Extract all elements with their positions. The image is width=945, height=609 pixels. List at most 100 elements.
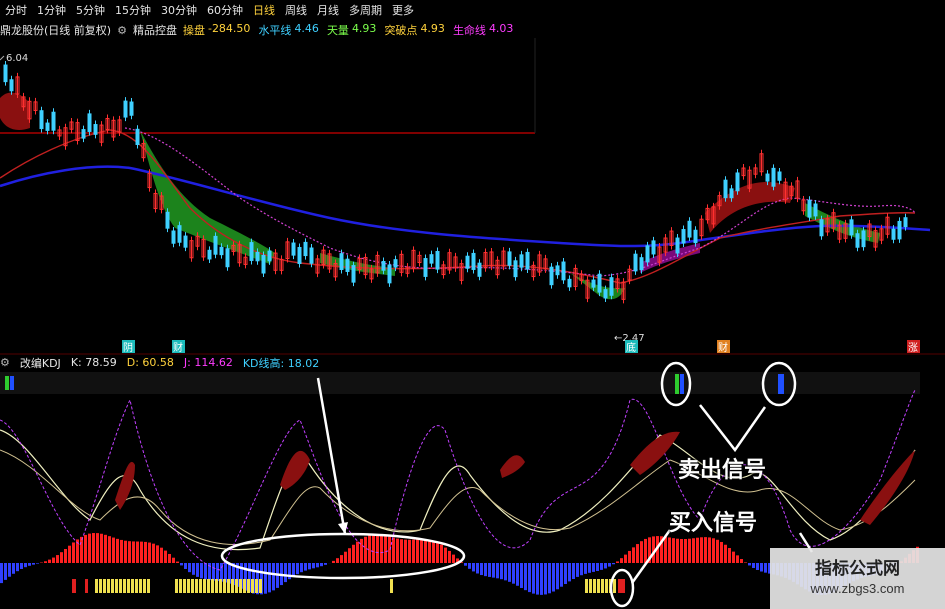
kdj-histogram-bar [744, 562, 747, 563]
kdj-histogram-bar [176, 561, 179, 563]
kdj-histogram-bar [4, 563, 7, 580]
buy-zone-bar [147, 579, 150, 593]
kdj-histogram-bar [752, 563, 755, 568]
indicator-name[interactable]: 精品控盘 [133, 22, 177, 38]
period-tab[interactable]: 30分钟 [156, 0, 202, 22]
candle-body [591, 279, 596, 288]
period-tab[interactable]: 分时 [0, 0, 32, 22]
kdj-histogram-bar [20, 563, 23, 569]
candle-body [729, 188, 734, 199]
kdj-histogram-bar [316, 563, 319, 568]
gear-icon[interactable]: ⚙ [117, 24, 127, 37]
kdj-histogram-bar [712, 538, 715, 563]
kdj-histogram-bar [84, 534, 87, 563]
candle-body [819, 219, 824, 237]
kdj-histogram-bar [80, 536, 83, 563]
period-tab[interactable]: 5分钟 [71, 0, 110, 22]
candle-body [123, 100, 128, 118]
kdj-histogram-bar [708, 537, 711, 563]
gear-icon[interactable]: ⚙ [0, 356, 10, 369]
stock-name[interactable]: 鼎龙股份(日线 前复权) [0, 22, 111, 38]
kdj-histogram-bar [200, 563, 203, 579]
kdj-histogram-bar [140, 541, 143, 563]
kdj-histogram-bar [392, 537, 395, 563]
kdj-histogram-bar [320, 563, 323, 567]
period-tab[interactable]: 60分钟 [202, 0, 248, 22]
candlestick-chart[interactable]: 6.04←2.47阴财底财涨 [0, 38, 945, 355]
period-tab[interactable]: 月线 [312, 0, 344, 22]
signal-marker-text: 财 [718, 341, 728, 354]
kdj-histogram-bar [172, 557, 175, 563]
indicator-metrics: 操盘 -284.50 水平线 4.46 天量 4.93 突破点 4.93 生命线 4.03 [183, 22, 521, 38]
kdj-histogram-bar [348, 548, 351, 563]
metric-value: -284.50 [207, 22, 251, 35]
candle-body [897, 220, 902, 240]
buy-zone-bar [131, 579, 134, 593]
candle-body [507, 251, 512, 266]
period-tab[interactable]: 多周期 [344, 0, 387, 22]
kdj-histogram-bar [336, 558, 339, 563]
watermark-title: 指标公式网 [815, 559, 900, 579]
kdj-histogram-bar [668, 537, 671, 563]
kdj-histogram-bar [396, 538, 399, 563]
kdj-histogram-bar [160, 547, 163, 563]
period-tab[interactable]: 周线 [280, 0, 312, 22]
kdj-histogram-bar [64, 549, 67, 563]
candle-body [261, 254, 266, 274]
candle-body [345, 258, 350, 272]
kdj-histogram-bar [748, 563, 751, 566]
kdj-histogram-bar [500, 563, 503, 580]
kdj-histogram-bar [516, 563, 519, 586]
kdj-histogram-bar [716, 539, 719, 563]
candle-body [765, 173, 770, 182]
signal-marker [778, 374, 784, 394]
kdj-histogram-bar [192, 563, 195, 575]
candle-body [291, 242, 296, 256]
sell-signal-label: 卖出信号 [678, 458, 767, 483]
period-tab[interactable]: 日线 [248, 0, 280, 22]
candle-body [525, 251, 530, 270]
buy-zone-bar [203, 579, 206, 593]
buy-zone-bar [235, 579, 238, 593]
buy-zone-bar [223, 579, 226, 593]
candle-body [51, 111, 56, 131]
metric-label: 突破点 [384, 24, 418, 37]
kdj-histogram-bar [412, 539, 415, 563]
candle-body [183, 235, 188, 248]
candle-body [3, 64, 8, 83]
kdj-histogram-bar [156, 545, 159, 563]
kdj-histogram-bar [436, 542, 439, 563]
kdj-histogram-bar [644, 538, 647, 563]
kdj-histogram-bar [512, 563, 515, 584]
period-tab[interactable]: 更多 [387, 0, 419, 22]
buy-zone-bar [589, 579, 592, 593]
kdj-histogram-bar [508, 563, 511, 582]
kdj-histogram-bar [12, 563, 15, 574]
metric-label: 生命线 [452, 24, 486, 37]
kdj-histogram-bar [144, 541, 147, 563]
kdj-histogram-bar [540, 563, 543, 595]
kdj-histogram-bar [52, 557, 55, 563]
kdj-histogram-bar [576, 563, 579, 577]
signal-marker-text: 涨 [908, 342, 918, 354]
kdj-histogram-bar [704, 537, 707, 563]
kdj-histogram-bar [380, 534, 383, 563]
signal-bar [72, 579, 76, 593]
kdj-indicator-name[interactable]: 改编KDJ [20, 355, 61, 371]
buy-zone-bar [219, 579, 222, 593]
candle-body [639, 257, 644, 271]
kdj-histogram-bar [440, 544, 443, 563]
kdj-histogram-bar [28, 563, 31, 566]
candle-body [393, 259, 398, 268]
kdj-histogram-bar [484, 563, 487, 577]
stock-header: 鼎龙股份(日线 前复权) ⚙ 精品控盘 操盘 -284.50 水平线 4.46 天量 4.… [0, 22, 945, 38]
candle-body [381, 261, 386, 271]
kdj-histogram-bar [308, 563, 311, 570]
kdj-histogram-bar [120, 539, 123, 563]
buy-zone-bar [239, 579, 242, 593]
kdj-histogram-bar [448, 550, 451, 563]
kdj-histogram-bar [488, 563, 491, 577]
period-tab[interactable]: 1分钟 [32, 0, 71, 22]
kdj-histogram-bar [8, 563, 11, 577]
period-tab[interactable]: 15分钟 [110, 0, 156, 22]
